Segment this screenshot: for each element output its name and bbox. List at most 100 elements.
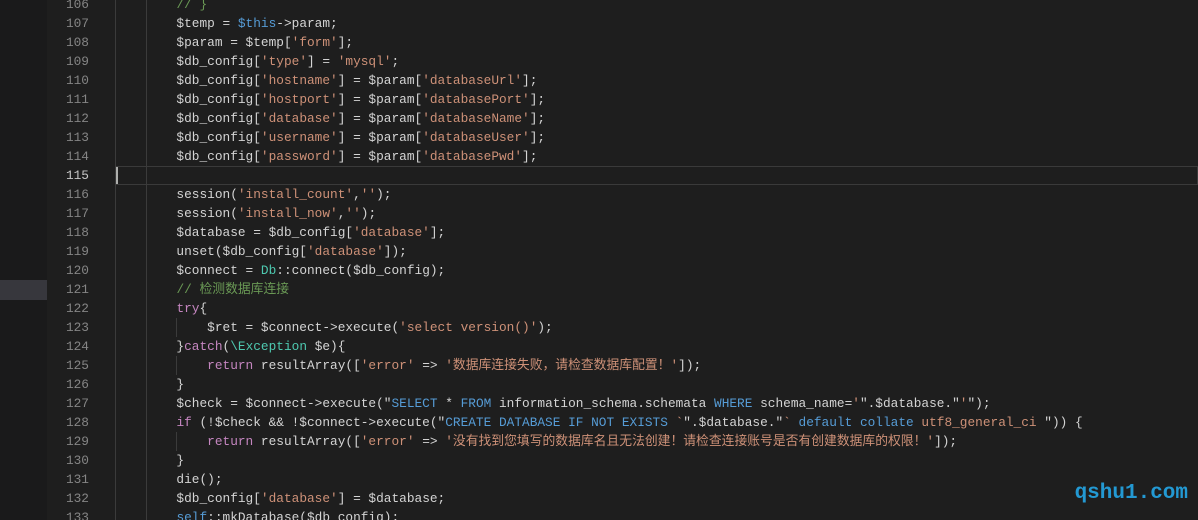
code-token: resultArray([ [253,358,361,373]
code-line[interactable]: self::mkDatabase($db_config); [115,508,1198,520]
code-token: default collate [798,415,914,430]
line-number[interactable]: 112 [47,109,89,128]
code-token: // 检测数据库连接 [176,282,290,297]
code-token: unset($db_config[ [115,244,307,259]
code-line[interactable]: $db_config['password'] = $param['databas… [115,147,1198,166]
code-token: ); [376,187,392,202]
code-token: $db_config[ [115,491,261,506]
code-line[interactable]: $db_config['hostname'] = $param['databas… [115,71,1198,90]
line-number[interactable]: 106 [47,0,89,14]
code-token: '没有找到您填写的数据库名且无法创建！请检查连接账号是否有创建数据库的权限！' [445,434,935,449]
code-token: 'databaseUrl' [422,73,523,88]
line-number[interactable]: 117 [47,204,89,223]
code-token: => [414,358,446,373]
line-number[interactable]: 129 [47,432,89,451]
code-line[interactable]: $check = $connect->execute("SELECT * FRO… [115,394,1198,413]
code-line[interactable]: // } [115,0,1198,14]
line-number[interactable]: 127 [47,394,89,413]
line-number[interactable]: 133 [47,508,89,520]
line-number[interactable]: 108 [47,33,89,52]
code-line[interactable]: }catch(\Exception $e){ [115,337,1198,356]
code-token: ); [360,206,377,221]
code-token: 'hostport' [260,92,338,107]
code-token: (!$check && !$connect->execute(" [191,415,446,430]
code-line[interactable]: // 检测数据库连接 [115,280,1198,299]
watermark-text: qshu1.com [1074,482,1188,505]
line-number[interactable]: 120 [47,261,89,280]
code-line[interactable]: session('install_count',''); [115,185,1198,204]
code-token: "); [967,396,991,411]
code-token: $param = $temp[ [115,35,292,50]
code-token: \Exception [230,339,308,354]
line-number[interactable]: 130 [47,451,89,470]
line-number[interactable]: 107 [47,14,89,33]
code-token: ]; [337,35,354,50]
code-line[interactable]: $temp = $this->param; [115,14,1198,33]
line-number[interactable]: 132 [47,489,89,508]
line-number[interactable]: 110 [47,71,89,90]
line-number[interactable]: 119 [47,242,89,261]
code-line[interactable]: $param = $temp['form']; [115,33,1198,52]
code-token: ]); [383,244,407,259]
code-token: $e){ [307,339,346,354]
code-token: ] = $param[ [337,111,423,126]
code-token: ] = $param[ [337,92,423,107]
line-number-gutter: 106 107 108 109 110 111 112 113 114 115 116 117 118 1… [47,0,89,520]
line-number[interactable]: 111 [47,90,89,109]
code-token: '' [345,206,361,221]
code-line[interactable]: return resultArray(['error' => '没有找到您填写的… [115,432,1198,451]
code-token: utf8_general_ci [921,415,1037,430]
line-number[interactable]: 125 [47,356,89,375]
code-line-current[interactable] [115,166,1198,185]
code-token: 'type' [260,54,307,69]
line-number[interactable]: 115 [47,166,89,185]
line-number[interactable]: 121 [47,280,89,299]
line-number[interactable]: 122 [47,299,89,318]
line-number[interactable]: 126 [47,375,89,394]
code-line[interactable]: die(); [115,470,1198,489]
line-number[interactable]: 113 [47,128,89,147]
code-line[interactable]: $database = $db_config['database']; [115,223,1198,242]
code-token: ] = $param[ [337,73,423,88]
line-number[interactable]: 123 [47,318,89,337]
text-cursor [116,167,118,184]
code-line[interactable]: $db_config['username'] = $param['databas… [115,128,1198,147]
code-token: if [176,415,192,430]
code-area[interactable]: // } $temp = $this->param; $param = $tem… [115,0,1198,520]
code-line[interactable]: unset($db_config['database']); [115,242,1198,261]
line-number[interactable]: 109 [47,52,89,71]
line-number[interactable]: 124 [47,337,89,356]
code-token: 'databasePort' [422,92,530,107]
line-number[interactable]: 114 [47,147,89,166]
code-token: schema_name= [752,396,853,411]
code-line[interactable]: $ret = $connect->execute('select version… [115,318,1198,337]
code-token: ]; [522,73,538,88]
code-token: SELECT [391,396,438,411]
code-line[interactable]: $db_config['type'] = 'mysql'; [115,52,1198,71]
code-token: , [353,187,361,202]
code-line[interactable]: session('install_now',''); [115,204,1198,223]
code-token: ]); [678,358,702,373]
code-editor[interactable]: 106 107 108 109 110 111 112 113 114 115 116 117 118 1… [0,0,1198,520]
code-token: * [437,396,461,411]
code-line[interactable]: $db_config['database'] = $database; [115,489,1198,508]
code-token: ]); [934,434,958,449]
code-line[interactable]: } [115,451,1198,470]
code-line[interactable]: $db_config['database'] = $param['databas… [115,109,1198,128]
line-number[interactable]: 116 [47,185,89,204]
code-line[interactable]: try{ [115,299,1198,318]
code-line[interactable]: return resultArray(['error' => '数据库连接失败，… [115,356,1198,375]
line-number[interactable]: 118 [47,223,89,242]
line-number[interactable]: 131 [47,470,89,489]
code-token: '' [360,187,377,202]
code-token: ] = [307,54,338,69]
code-token: ".$database." [859,396,960,411]
code-token: ] = $database; [337,491,446,506]
code-line[interactable]: $db_config['hostport'] = $param['databas… [115,90,1198,109]
code-line[interactable]: if (!$check && !$connect->execute("CREAT… [115,413,1198,432]
line-number[interactable]: 128 [47,413,89,432]
code-line[interactable]: $connect = Db::connect($db_config); [115,261,1198,280]
code-line[interactable]: } [115,375,1198,394]
